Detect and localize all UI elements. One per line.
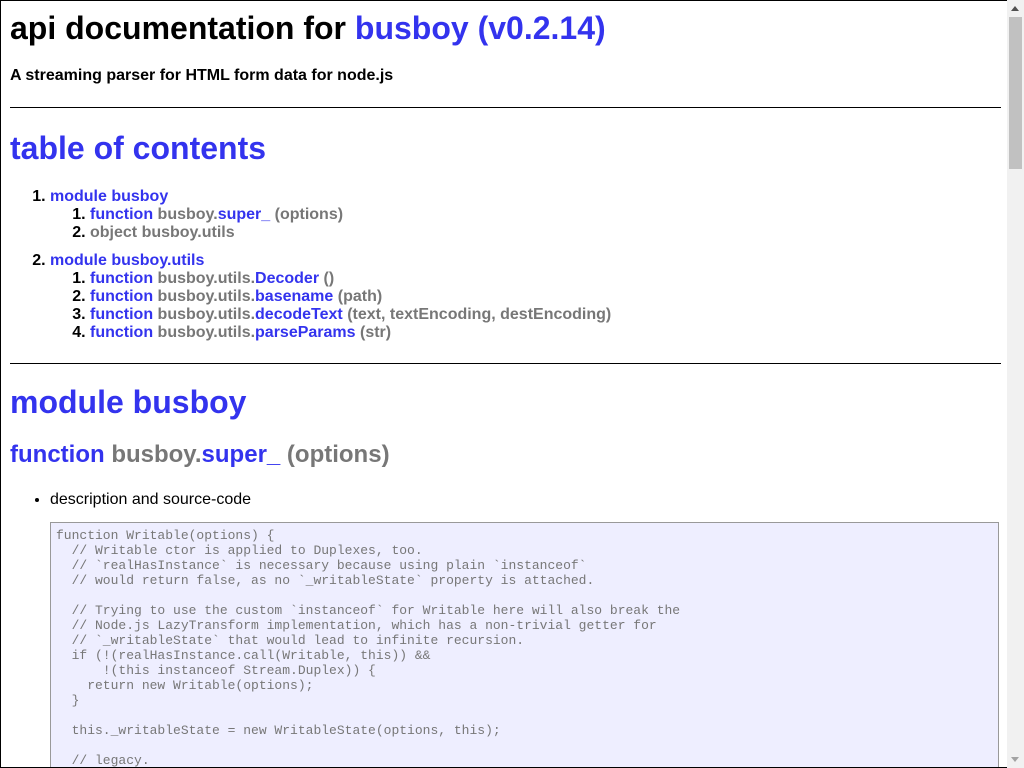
toc-module-item: module busboy.utils function busboy.util… [50,252,611,342]
toc-sublist: function busboy.super_ (options) object … [50,206,611,242]
module-heading[interactable]: module busboy [10,384,246,421]
toc-prefix: busboy.utils. [157,324,256,341]
toc-args: (str) [360,324,392,341]
toc-prefix: busboy. [157,206,218,223]
source-code-block[interactable]: function Writable(options) { // Writable… [50,522,999,767]
toc-sublist: function busboy.utils.Decoder () functio… [50,270,611,342]
scroll-down-arrow-icon[interactable] [1007,751,1024,768]
toc-item: function busboy.utils.Decoder () [90,270,611,288]
toc-kind: function [90,206,154,223]
description-item: description and source-code [50,490,251,510]
toc-item: object busboy.utils [90,224,611,242]
toc-item: function busboy.super_ (options) [90,206,611,224]
function-kind: function [10,441,105,468]
toc-link-decodetext[interactable]: function busboy.utils.decodeText (text, … [90,306,611,323]
toc-link-module-busboy-utils[interactable]: module busboy.utils [50,252,204,269]
function-heading[interactable]: function busboy.super_ (options) [10,441,390,469]
toc-name: super_ [217,206,271,223]
module-heading-link[interactable]: module busboy [10,384,246,420]
toc-link-parseparams[interactable]: function busboy.utils.parseParams (str) [90,324,391,341]
toc-heading[interactable]: table of contents [10,130,266,167]
function-args: (options) [286,441,390,468]
package-link[interactable]: busboy (v0.2.14) [355,10,606,46]
toc-link-super[interactable]: function busboy.super_ (options) [90,206,343,223]
toc-prefix: busboy.utils. [157,270,256,287]
toc-link-basename[interactable]: function busboy.utils.basename (path) [90,288,382,305]
toc-list: module busboy function busboy.super_ (op… [10,188,611,342]
toc-args: (path) [337,288,383,305]
package-description: A streaming parser for HTML form data fo… [10,67,394,84]
toc-kind: function [90,270,154,287]
toc-prefix: busboy.utils. [157,288,256,305]
toc-prefix: busboy.utils. [157,306,256,323]
toc-item: function busboy.utils.parseParams (str) [90,324,611,342]
function-prefix: busboy. [111,441,202,468]
toc-link-decoder[interactable]: function busboy.utils.Decoder () [90,270,334,287]
function-name: super_ [201,441,281,468]
scroll-up-arrow-icon[interactable] [1007,0,1024,17]
toc-name: basename [255,288,334,305]
page-title-text: api documentation for [10,10,346,46]
page-title: api documentation for busboy (v0.2.14) [10,10,606,47]
toc-args: () [323,270,335,287]
divider [10,107,1001,108]
toc-name: parseParams [255,324,356,341]
divider [10,363,1001,364]
scrollbar-thumb[interactable] [1009,17,1022,169]
toc-kind: function [90,324,154,341]
description-list: description and source-code [10,490,251,510]
toc-item: function busboy.utils.basename (path) [90,288,611,306]
page-frame: api documentation for busboy (v0.2.14) A… [0,0,1007,768]
toc-link-module-busboy[interactable]: module busboy [50,188,168,205]
toc-kind: function [90,306,154,323]
toc-link-object-utils[interactable]: object busboy.utils [90,224,235,241]
toc-kind: function [90,288,154,305]
toc-module-item: module busboy function busboy.super_ (op… [50,188,611,242]
toc-name: Decoder [255,270,320,287]
toc-args: (text, textEncoding, destEncoding) [347,306,612,323]
toc-heading-link[interactable]: table of contents [10,130,266,166]
vertical-scrollbar[interactable] [1007,0,1024,768]
toc-args: (options) [274,206,344,223]
toc-item: function busboy.utils.decodeText (text, … [90,306,611,324]
toc-name: decodeText [255,306,343,323]
